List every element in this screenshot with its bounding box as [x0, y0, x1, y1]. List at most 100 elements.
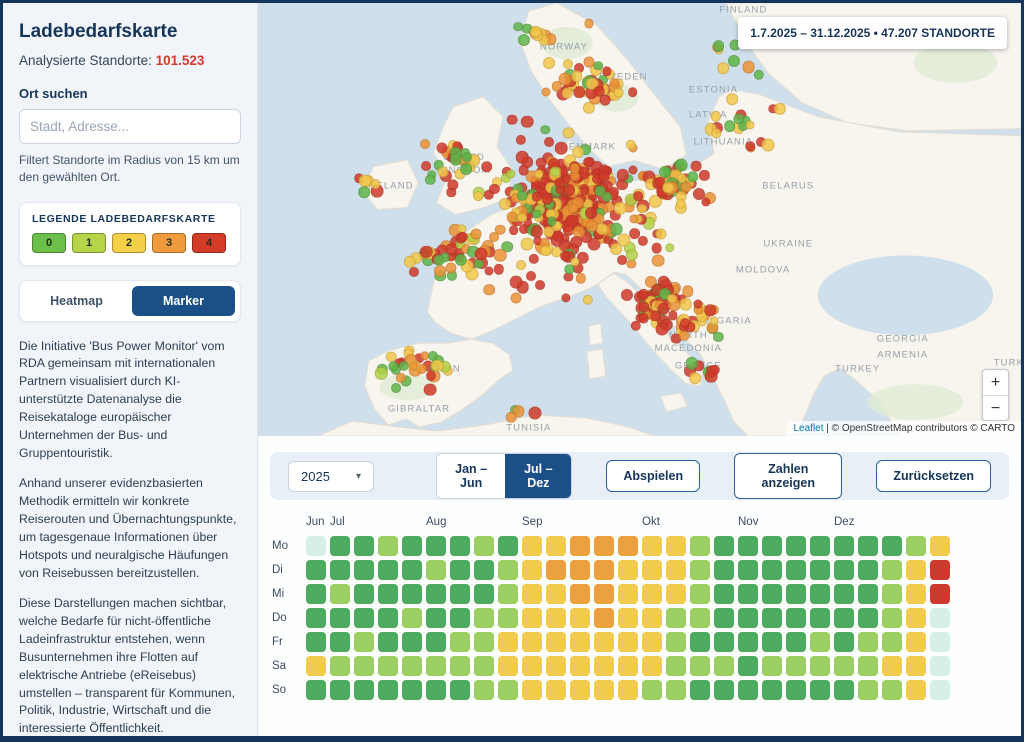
calendar-cell[interactable]	[594, 560, 614, 580]
calendar-cell[interactable]	[522, 608, 542, 628]
map-marker[interactable]	[685, 357, 698, 370]
map-marker[interactable]	[371, 179, 381, 189]
calendar-cell[interactable]	[354, 584, 374, 604]
map-marker[interactable]	[599, 171, 610, 182]
map-marker[interactable]	[471, 229, 482, 240]
calendar-cell[interactable]	[522, 680, 542, 700]
calendar-cell[interactable]	[594, 632, 614, 652]
calendar-cell[interactable]	[810, 536, 830, 556]
calendar-cell[interactable]	[378, 680, 398, 700]
calendar-cell[interactable]	[906, 608, 926, 628]
heatmap-toggle-button[interactable]: Heatmap	[25, 286, 128, 316]
map-marker[interactable]	[563, 184, 575, 196]
calendar-cell[interactable]	[786, 656, 806, 676]
calendar-cell[interactable]	[546, 632, 566, 652]
calendar-cell[interactable]	[642, 536, 662, 556]
map-marker[interactable]	[717, 62, 729, 74]
map-marker[interactable]	[562, 88, 573, 99]
calendar-cell[interactable]	[426, 560, 446, 580]
calendar-cell[interactable]	[882, 680, 902, 700]
map-marker[interactable]	[617, 233, 630, 246]
calendar-cell[interactable]	[834, 656, 854, 676]
calendar-cell[interactable]	[762, 560, 782, 580]
calendar-cell[interactable]	[786, 536, 806, 556]
calendar-cell[interactable]	[714, 536, 734, 556]
calendar-cell[interactable]	[666, 584, 686, 604]
calendar-cell[interactable]	[906, 584, 926, 604]
calendar-cell[interactable]	[474, 608, 494, 628]
calendar-cell[interactable]	[882, 560, 902, 580]
calendar-cell[interactable]	[930, 584, 950, 604]
calendar-cell[interactable]	[858, 584, 878, 604]
map-marker[interactable]	[596, 223, 608, 235]
calendar-cell[interactable]	[594, 680, 614, 700]
map-marker[interactable]	[565, 214, 578, 227]
calendar-cell[interactable]	[786, 584, 806, 604]
calendar-cell[interactable]	[882, 608, 902, 628]
calendar-cell[interactable]	[690, 632, 710, 652]
calendar-cell[interactable]	[306, 584, 326, 604]
calendar-cell[interactable]	[786, 680, 806, 700]
map-marker[interactable]	[543, 57, 555, 69]
map-marker[interactable]	[629, 165, 638, 174]
map-marker[interactable]	[424, 383, 437, 396]
calendar-cell[interactable]	[834, 536, 854, 556]
calendar-cell[interactable]	[570, 608, 590, 628]
map-marker[interactable]	[552, 231, 563, 242]
calendar-cell[interactable]	[882, 536, 902, 556]
calendar-cell[interactable]	[714, 560, 734, 580]
show-numbers-button[interactable]: Zahlen anzeigen	[734, 453, 842, 499]
calendar-cell[interactable]	[594, 608, 614, 628]
calendar-cell[interactable]	[618, 560, 638, 580]
map-marker[interactable]	[691, 161, 702, 172]
calendar-cell[interactable]	[666, 656, 686, 676]
map-marker[interactable]	[559, 72, 572, 85]
calendar-cell[interactable]	[450, 632, 470, 652]
map-marker[interactable]	[359, 174, 372, 187]
map-marker[interactable]	[680, 318, 690, 328]
calendar-cell[interactable]	[498, 608, 518, 628]
calendar-cell[interactable]	[330, 536, 350, 556]
calendar-cell[interactable]	[642, 608, 662, 628]
calendar-cell[interactable]	[690, 608, 710, 628]
map-marker[interactable]	[593, 61, 603, 71]
calendar-cell[interactable]	[594, 536, 614, 556]
calendar-cell[interactable]	[306, 680, 326, 700]
calendar-cell[interactable]	[618, 536, 638, 556]
map-marker[interactable]	[571, 71, 583, 83]
map-marker[interactable]	[507, 211, 518, 222]
calendar-cell[interactable]	[330, 560, 350, 580]
calendar-cell[interactable]	[642, 680, 662, 700]
map-marker[interactable]	[637, 204, 647, 214]
calendar-cell[interactable]	[474, 560, 494, 580]
calendar-cell[interactable]	[810, 680, 830, 700]
calendar-cell[interactable]	[450, 680, 470, 700]
map-marker[interactable]	[542, 194, 553, 205]
calendar-cell[interactable]	[690, 656, 710, 676]
calendar-cell[interactable]	[618, 632, 638, 652]
map-marker[interactable]	[585, 207, 597, 219]
calendar-cell[interactable]	[402, 656, 422, 676]
map-marker[interactable]	[667, 294, 677, 304]
map-marker[interactable]	[569, 204, 579, 214]
calendar-cell[interactable]	[426, 536, 446, 556]
calendar-cell[interactable]	[738, 656, 758, 676]
calendar-cell[interactable]	[714, 584, 734, 604]
map-marker[interactable]	[420, 139, 430, 149]
range-jan-jun-button[interactable]: Jan – Jun	[437, 454, 505, 498]
calendar-cell[interactable]	[546, 560, 566, 580]
map-marker[interactable]	[614, 202, 627, 215]
map-marker[interactable]	[462, 152, 472, 162]
calendar-cell[interactable]	[498, 656, 518, 676]
map-marker[interactable]	[529, 25, 542, 38]
calendar-cell[interactable]	[618, 608, 638, 628]
calendar-cell[interactable]	[330, 608, 350, 628]
calendar-cell[interactable]	[474, 584, 494, 604]
calendar-cell[interactable]	[714, 608, 734, 628]
calendar-cell[interactable]	[618, 656, 638, 676]
calendar-cell[interactable]	[882, 584, 902, 604]
calendar-cell[interactable]	[570, 560, 590, 580]
map-marker[interactable]	[434, 255, 445, 266]
calendar-cell[interactable]	[474, 680, 494, 700]
calendar-cell[interactable]	[330, 680, 350, 700]
